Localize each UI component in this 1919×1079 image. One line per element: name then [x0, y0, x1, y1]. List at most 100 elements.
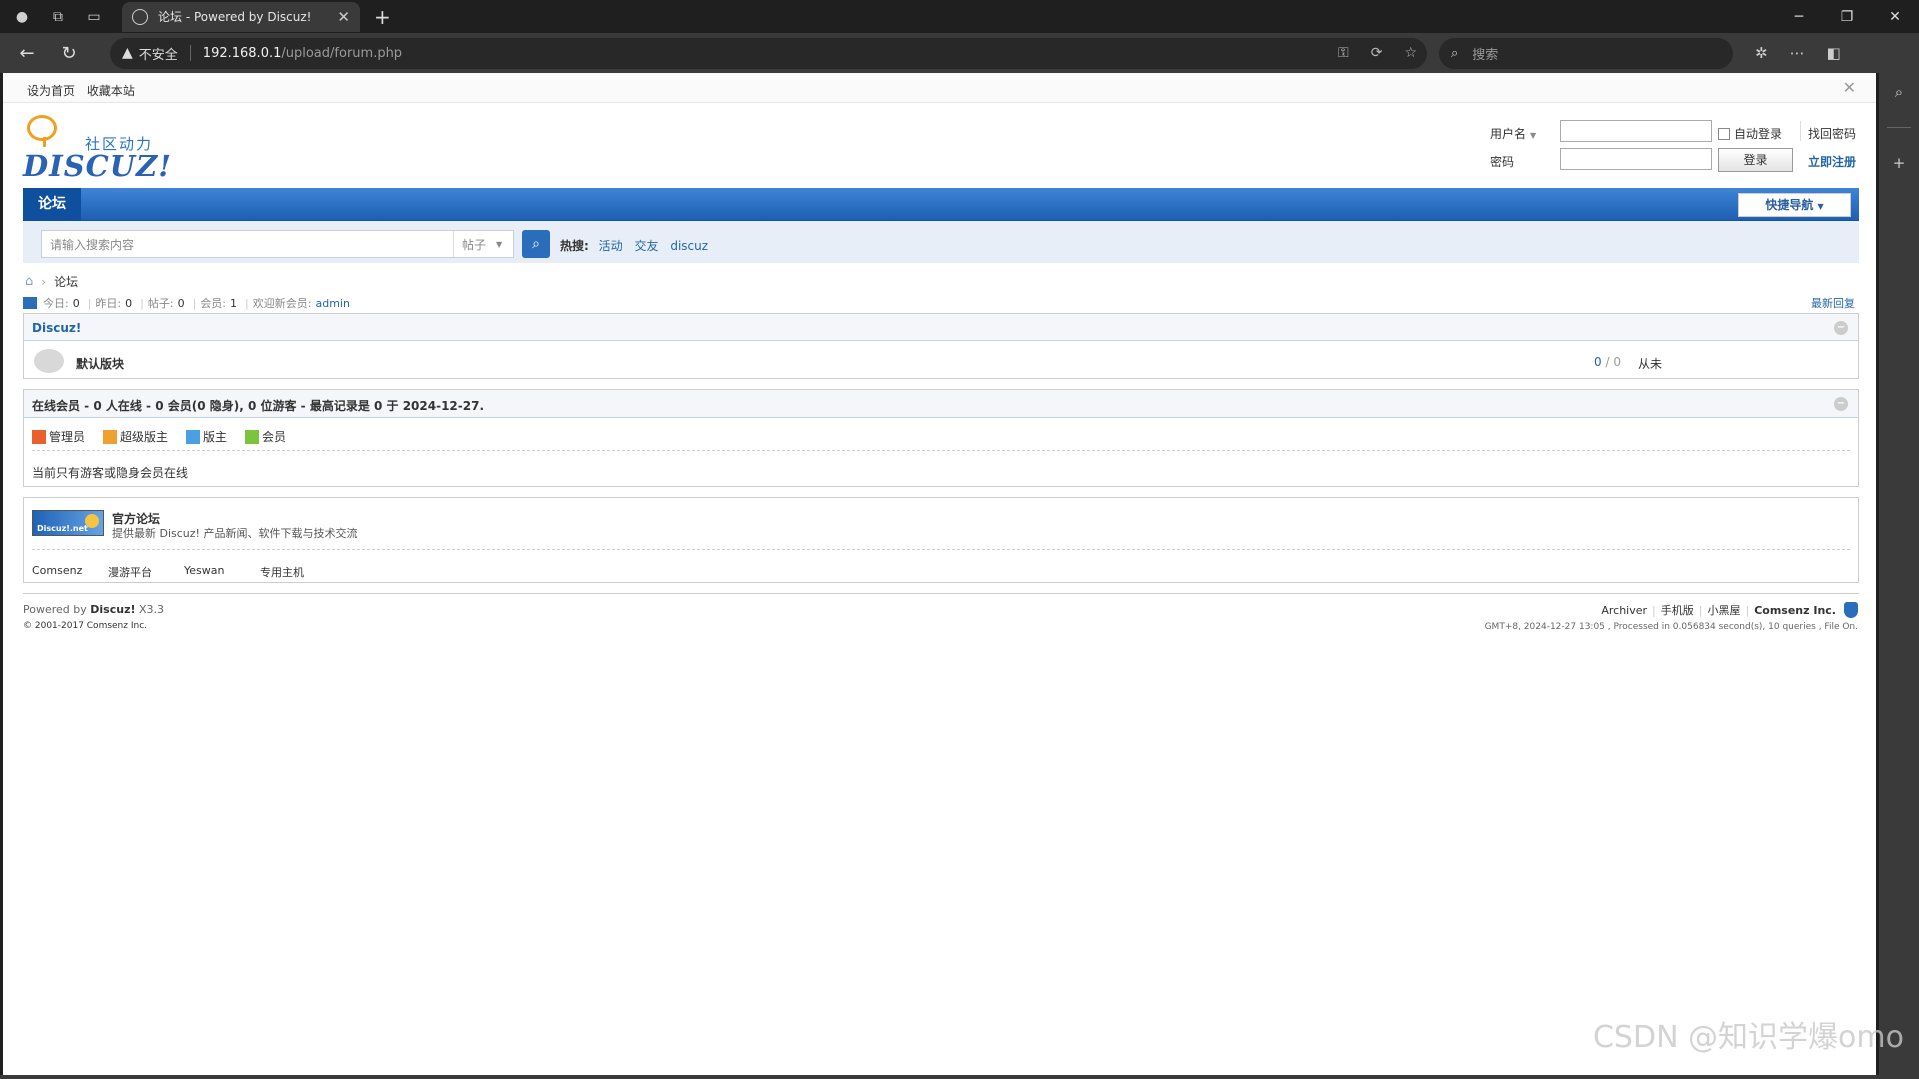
shield-icon[interactable] — [1844, 602, 1858, 618]
site-logo[interactable]: 社区动力 DISCUZ! — [23, 113, 171, 183]
search-bar: 请输入搜索内容 帖子 ▼ ⌕ 热搜: 活动 交友 discuz — [23, 221, 1859, 263]
user-icon — [245, 429, 260, 444]
url-path: /upload/forum.php — [281, 45, 403, 61]
auto-login[interactable]: 自动登录 — [1718, 125, 1782, 142]
hot-link[interactable]: 交友 — [634, 239, 658, 253]
mobile-link[interactable]: 手机版 — [1661, 602, 1694, 618]
latest-replies-link[interactable]: 最新回复 — [1811, 295, 1855, 311]
close-window-button[interactable]: ✕ — [1871, 0, 1919, 33]
username-label[interactable]: 用户名 ▼ — [1490, 125, 1536, 142]
chevron-down-icon: ▼ — [1817, 202, 1824, 211]
search-placeholder: 请输入搜索内容 — [50, 237, 135, 252]
profile-icon[interactable]: ● — [8, 3, 36, 31]
insecure-label[interactable]: 不安全 — [139, 44, 178, 63]
search-button[interactable]: ⌕ — [522, 230, 550, 258]
archiver-link[interactable]: Archiver — [1601, 604, 1647, 617]
url-host: 192.168.0.1 — [202, 45, 282, 61]
tab-actions-icon[interactable]: ▭ — [80, 3, 108, 31]
collapse-icon[interactable]: − — [1834, 321, 1848, 335]
footer-time: GMT+8, 2024-12-27 13:05 , Processed in 0… — [1484, 622, 1858, 632]
copyright: © 2001-2017 Comsenz Inc. — [23, 621, 148, 631]
address-bar[interactable]: ▲ 不安全 192.168.0.1 /upload/forum.php ⚿ ⟳ … — [110, 37, 1427, 69]
forum-icon — [34, 349, 64, 373]
search-type-select[interactable]: 帖子 ▼ — [453, 231, 513, 257]
bookmark-link[interactable]: 收藏本站 — [87, 84, 135, 98]
quick-nav-button[interactable]: 快捷导航 ▼ — [1738, 193, 1851, 217]
blacklist-link[interactable]: 小黑屋 — [1707, 602, 1740, 618]
legend-super-mod: 超级版主 — [103, 428, 168, 445]
forum-name[interactable]: 默认版块 — [76, 355, 124, 372]
add-icon[interactable]: + — [1893, 154, 1906, 172]
breadcrumb-current[interactable]: 论坛 — [54, 273, 78, 290]
text-link[interactable]: 专用主机 — [260, 564, 304, 580]
web-page: 设为首页 收藏本站 ✕ 社区动力 DISCUZ! 用户名 ▼ 密码 自动登录 找回… — [3, 73, 1876, 1075]
minimize-button[interactable]: ─ — [1775, 0, 1823, 33]
search-icon: ⌕ — [532, 236, 540, 252]
user-icon — [32, 429, 46, 444]
online-members: 在线会员 - 0 人在线 - 0 会员(0 隐身), 0 位游客 - 最高记录是… — [23, 389, 1859, 487]
register-link[interactable]: 立即注册 — [1808, 153, 1856, 170]
legend-member: 会员 — [245, 428, 286, 445]
legend-admin: 管理员 — [32, 428, 85, 445]
breadcrumb: ⌂ › 论坛 — [25, 273, 78, 290]
home-icon[interactable]: ⌂ — [25, 274, 33, 289]
search-icon[interactable]: ⌕ — [1895, 83, 1903, 101]
legend-mod: 版主 — [186, 428, 227, 445]
main-nav: 论坛 快捷导航 ▼ — [23, 188, 1859, 221]
browser-tab[interactable]: 论坛 - Powered by Discuz! ✕ — [122, 1, 360, 32]
discuz-net-banner[interactable]: Discuz!.net — [32, 510, 104, 536]
collapse-icon[interactable]: − — [1834, 397, 1848, 411]
close-tab-icon[interactable]: ✕ — [337, 8, 350, 26]
forum-stats: 今日: 0 | 昨日: 0 | 帖子: 0 | 会员: 1 | 欢迎新会员: admin … — [23, 295, 1859, 311]
warning-icon[interactable]: ▲ — [122, 45, 133, 61]
refresh-icon[interactable]: ↻ — [54, 38, 84, 68]
footer-links: Archiver | 手机版 | 小黑屋 | Comsenz Inc. — [1601, 602, 1858, 618]
key-icon[interactable]: ⚿ — [1338, 45, 1349, 61]
password-input[interactable] — [1560, 148, 1712, 170]
forum-counts: 0 / 0 — [1594, 355, 1621, 369]
forum-row: 默认版块 0 / 0 从未 — [24, 341, 1858, 379]
hot-searches: 热搜: 活动 交友 discuz — [560, 237, 716, 254]
user-icon — [103, 429, 118, 444]
forgot-password-link[interactable]: 找回密码 — [1808, 125, 1856, 142]
friend-link-desc: 提供最新 Discuz! 产品新闻、软件下载与技术交流 — [112, 527, 358, 540]
text-link[interactable]: Yeswan — [184, 564, 224, 577]
extensions-icon[interactable]: ✲ — [1755, 44, 1768, 62]
workspaces-icon[interactable]: ⧉ — [44, 3, 72, 31]
forum-category: Discuz! − 默认版块 0 / 0 从未 — [23, 313, 1859, 379]
friend-links: Discuz!.net 官方论坛 提供最新 Discuz! 产品新闻、软件下载与… — [23, 497, 1859, 583]
tab-strip: ● ⧉ ▭ 论坛 - Powered by Discuz! ✕ + ─ ❐ ✕ — [0, 0, 1919, 33]
online-header: 在线会员 - 0 人在线 - 0 会员(0 隐身), 0 位游客 - 最高记录是… — [24, 390, 1858, 418]
star-icon[interactable]: ☆ — [1404, 45, 1417, 61]
auto-login-checkbox[interactable] — [1718, 127, 1730, 140]
sidebar-toggle-icon[interactable]: ◧ — [1827, 44, 1841, 62]
text-link[interactable]: Comsenz — [32, 564, 82, 577]
username-input[interactable] — [1560, 120, 1712, 142]
browser-search-box[interactable]: ⌕ 搜索 — [1439, 37, 1733, 69]
hot-link[interactable]: 活动 — [599, 239, 623, 253]
more-icon[interactable]: ⋯ — [1790, 44, 1805, 62]
chevron-down-icon: ▼ — [1530, 131, 1537, 140]
category-title[interactable]: Discuz! — [32, 321, 81, 335]
back-icon[interactable]: ← — [12, 38, 42, 68]
login-button[interactable]: 登录 — [1718, 148, 1793, 172]
newest-member-link[interactable]: admin — [315, 297, 349, 310]
globe-icon — [132, 8, 148, 25]
divider — [189, 45, 191, 61]
new-tab-button[interactable]: + — [374, 5, 391, 29]
hot-link[interactable]: discuz — [670, 239, 708, 253]
online-message: 当前只有游客或隐身会员在线 — [32, 466, 189, 480]
powered-by: Powered by Discuz! X3.3 — [23, 603, 165, 616]
restore-button[interactable]: ❐ — [1823, 0, 1871, 33]
tab-title: 论坛 - Powered by Discuz! — [158, 10, 312, 24]
close-icon[interactable]: ✕ — [1843, 78, 1856, 97]
user-icon — [186, 429, 201, 444]
search-input[interactable]: 请输入搜索内容 帖子 ▼ — [41, 230, 514, 258]
translate-icon[interactable]: ⟳ — [1371, 45, 1383, 61]
watermark: CSDN @知识学爆omo — [1592, 1020, 1904, 1055]
nav-item-forum[interactable]: 论坛 — [23, 188, 81, 221]
company-link[interactable]: Comsenz Inc. — [1754, 604, 1836, 617]
last-post: 从未 — [1638, 357, 1663, 371]
set-home-link[interactable]: 设为首页 — [27, 84, 75, 98]
text-link[interactable]: 漫游平台 — [108, 564, 152, 580]
